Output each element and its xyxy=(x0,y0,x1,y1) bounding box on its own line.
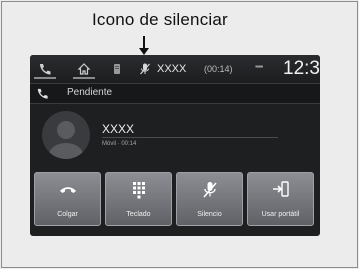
phone-call-screen: XXXX (00:14) ▪▪▪▪ 12:34 Pendiente XXXX M… xyxy=(30,55,320,236)
status-bar: XXXX (00:14) ▪▪▪▪ 12:34 xyxy=(30,55,320,84)
caller-name: XXXX xyxy=(102,122,135,136)
mute-icon xyxy=(200,180,220,200)
handset-transfer-icon xyxy=(271,180,291,200)
hang-up-label: Colgar xyxy=(57,211,78,218)
status-caller-name: XXXX xyxy=(157,63,187,75)
contacts-icon[interactable] xyxy=(110,62,124,76)
call-duration: (00:14) xyxy=(204,64,233,74)
home-icon[interactable] xyxy=(77,62,91,76)
phone-icon xyxy=(36,87,49,100)
caller-divider xyxy=(102,137,278,138)
mute-icon-callout: Icono de silenciar xyxy=(92,10,228,29)
keypad-button[interactable]: Teclado xyxy=(105,172,172,226)
hang-up-icon xyxy=(58,180,78,200)
use-handset-label: Usar portátil xyxy=(261,211,300,218)
phone-icon[interactable] xyxy=(38,62,52,76)
mute-label: Silencio xyxy=(197,211,222,218)
avatar xyxy=(42,111,90,159)
call-status-label: Pendiente xyxy=(67,87,113,98)
caller-detail: Móvil · 00:14 xyxy=(102,141,137,147)
clock: 12:34 xyxy=(283,58,320,79)
keypad-label: Teclado xyxy=(126,211,151,218)
use-handset-button[interactable]: Usar portátil xyxy=(247,172,314,226)
tab-underline xyxy=(73,77,95,79)
tab-underline xyxy=(34,77,56,79)
call-status-row: Pendiente xyxy=(30,84,320,104)
mute-button[interactable]: Silencio xyxy=(176,172,243,226)
hang-up-button[interactable]: Colgar xyxy=(34,172,101,226)
signal-indicator: ▪▪▪▪ xyxy=(255,62,263,71)
keypad-icon xyxy=(129,180,149,200)
call-action-buttons: Colgar Teclado Silencio Usar portátil xyxy=(34,172,316,226)
mute-icon[interactable] xyxy=(138,62,152,76)
callout-pointer-arrow xyxy=(139,48,149,55)
